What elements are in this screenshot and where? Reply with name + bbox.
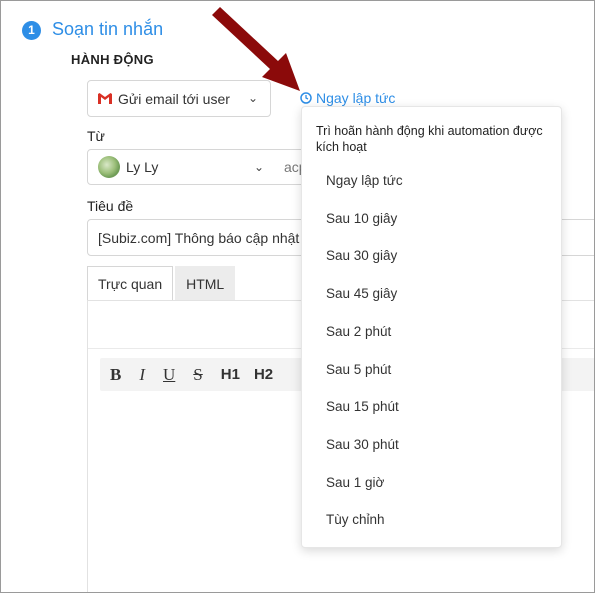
bold-button[interactable]: B — [110, 365, 121, 385]
chevron-down-icon: ⌄ — [247, 91, 258, 105]
from-label: Từ — [87, 128, 105, 144]
screenshot-frame: 1 Soạn tin nhắn HÀNH ĐỘNG Gửi email tới … — [0, 0, 595, 593]
subject-label: Tiêu đề — [87, 198, 134, 214]
heading2-button[interactable]: H2 — [254, 366, 273, 383]
delay-option-10s[interactable]: Sau 10 giây — [326, 211, 397, 226]
gmail-icon — [98, 93, 112, 104]
action-type-value: Gửi email tới user — [118, 90, 230, 107]
italic-button[interactable]: I — [139, 365, 145, 385]
delay-option-2m[interactable]: Sau 2 phút — [326, 324, 391, 339]
dropdown-hint: Trì hoãn hành động khi automation được k… — [316, 124, 543, 154]
delay-option-45s[interactable]: Sau 45 giây — [326, 286, 397, 301]
clock-icon — [300, 92, 312, 104]
avatar — [98, 156, 120, 178]
underline-button[interactable]: U — [163, 365, 175, 385]
delay-option-immediate[interactable]: Ngay lập tức — [326, 173, 403, 188]
heading1-button[interactable]: H1 — [221, 366, 240, 383]
from-sender-select[interactable]: Ly Ly ⌄ — [87, 149, 273, 185]
action-type-select[interactable]: Gửi email tới user ⌄ — [87, 80, 271, 117]
timing-trigger-label: Ngay lập tức — [316, 90, 396, 106]
tab-visual[interactable]: Trực quan — [87, 266, 174, 300]
delay-option-5m[interactable]: Sau 5 phút — [326, 362, 391, 377]
tab-html[interactable]: HTML — [175, 266, 236, 300]
delay-dropdown-menu: Trì hoãn hành động khi automation được k… — [301, 106, 562, 548]
step-title: Soạn tin nhắn — [52, 19, 164, 39]
step-number-badge: 1 — [22, 21, 41, 40]
sender-name: Ly Ly — [126, 159, 159, 175]
timing-trigger-link[interactable]: Ngay lập tức — [300, 90, 395, 106]
chevron-down-icon: ⌄ — [253, 160, 264, 174]
delay-option-30s[interactable]: Sau 30 giây — [326, 248, 397, 263]
delay-option-30m[interactable]: Sau 30 phút — [326, 437, 399, 452]
action-section-label: HÀNH ĐỘNG — [71, 52, 154, 67]
strikethrough-button[interactable]: S — [193, 365, 202, 385]
delay-option-custom[interactable]: Tùy chỉnh — [326, 512, 385, 527]
delay-option-15m[interactable]: Sau 15 phút — [326, 399, 399, 414]
editor-tabs: Trực quan HTML — [87, 266, 236, 300]
delay-option-1h[interactable]: Sau 1 giờ — [326, 475, 384, 490]
